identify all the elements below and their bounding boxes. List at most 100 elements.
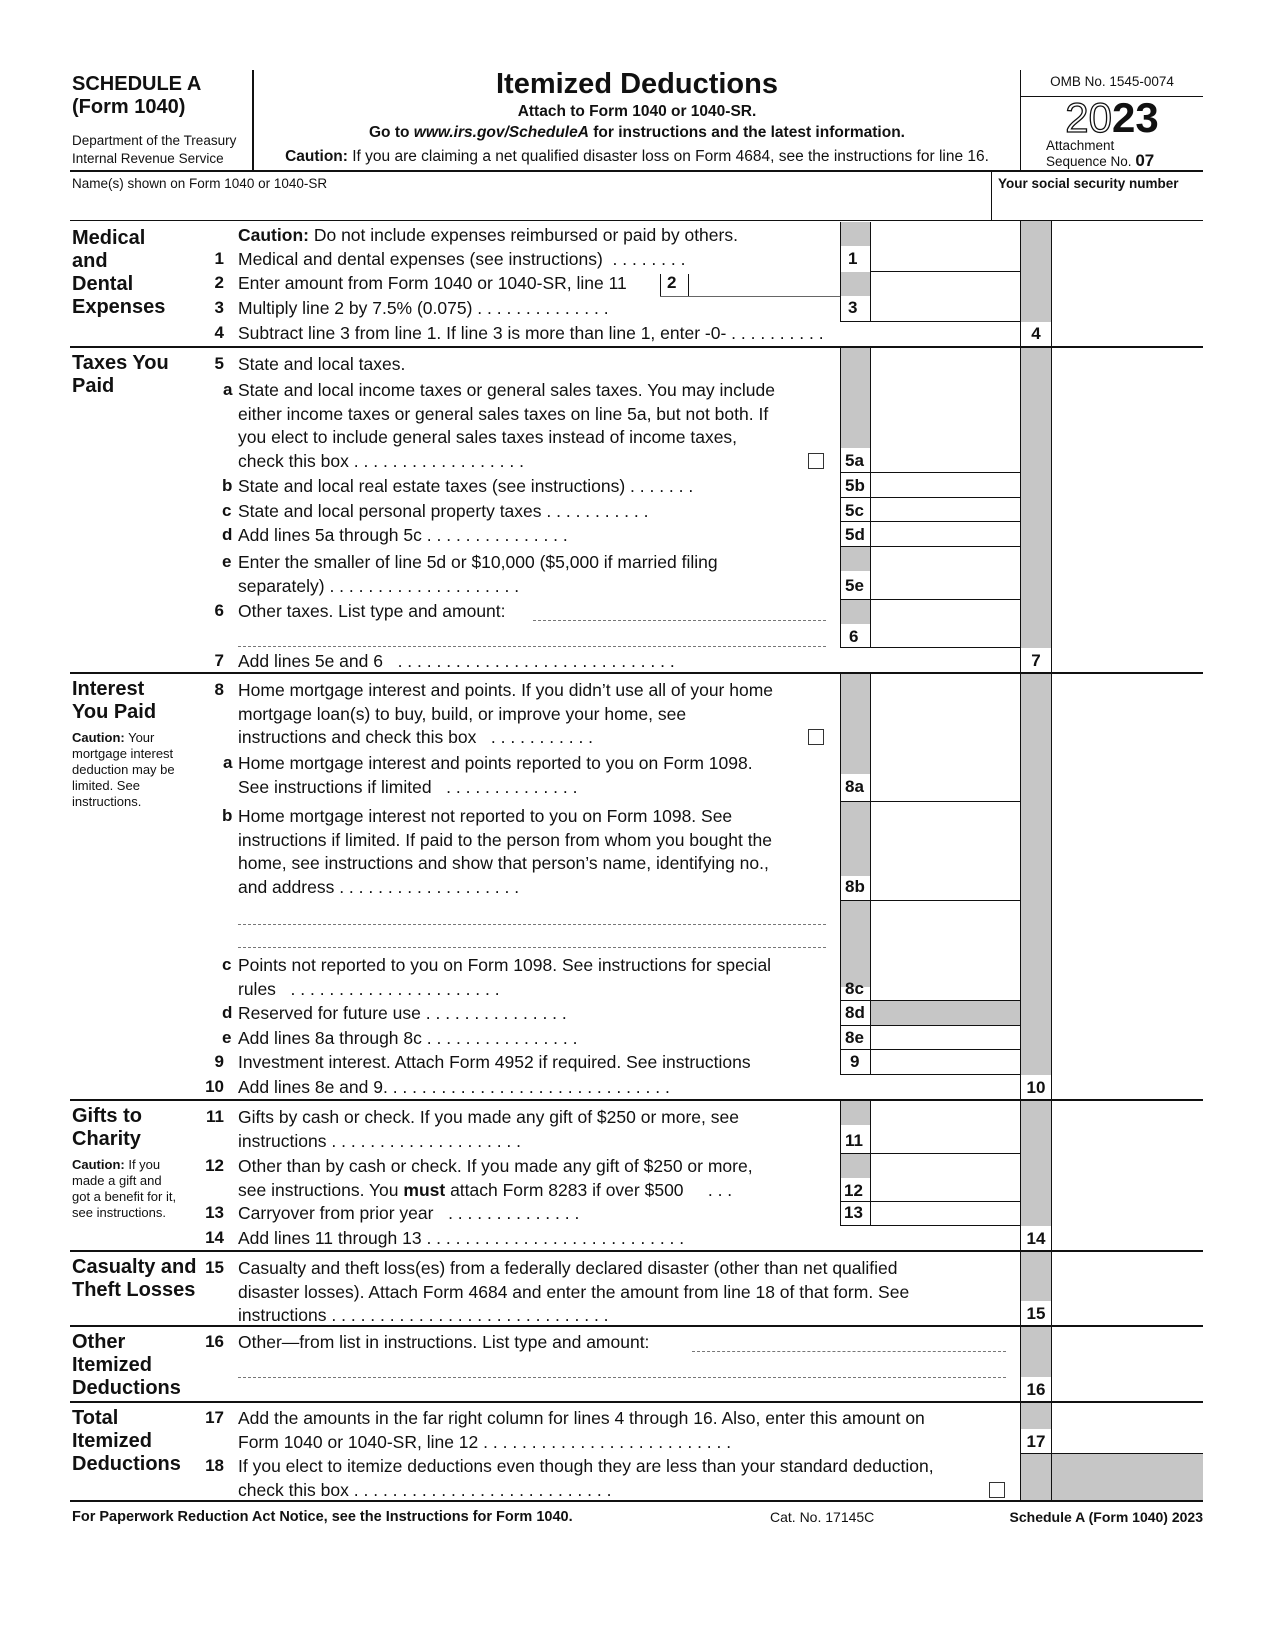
line-6-entry-line[interactable]: [533, 620, 826, 621]
dot-leader: . . . . . . .: [630, 476, 694, 496]
dot-leader: . . . . . . . . . . . . . . . . . . . . …: [397, 651, 675, 671]
dot-leader: . . . . . . . . . . . . . . . . . . . . …: [353, 1480, 612, 1500]
text-line: Home mortgage interest not reported to y…: [238, 806, 733, 826]
form-label: (Form 1040): [72, 96, 186, 118]
section-rule: [70, 346, 1203, 348]
line-8e-amount[interactable]: [871, 1026, 1020, 1050]
line-8-limited-checkbox[interactable]: [808, 729, 824, 745]
line-12-number: 12: [205, 1156, 224, 1175]
line-7-box-label: 7: [1021, 648, 1051, 672]
dot-leader: . . . . . . . . . . . . . . . . . . . .: [329, 576, 520, 596]
line-17-amount[interactable]: [1052, 1429, 1203, 1453]
line-7-amount[interactable]: [1052, 648, 1203, 672]
line-5a-box-label: 5a: [845, 451, 864, 470]
line-8e-box-label: 8e: [845, 1028, 864, 1047]
name-field[interactable]: [72, 194, 982, 220]
title-line: Deductions: [72, 1377, 181, 1399]
line-2-box-label: 2: [667, 273, 677, 292]
line-5e-amount[interactable]: [871, 571, 1020, 599]
title-line: Gifts to: [72, 1105, 142, 1127]
line-8c-amount[interactable]: [871, 976, 1020, 1000]
title-line: You Paid: [72, 701, 157, 723]
line-14-number: 14: [205, 1228, 224, 1247]
line-10-amount[interactable]: [1052, 1075, 1203, 1099]
line-5b-text: State and local real estate taxes (see i…: [238, 475, 693, 499]
tax-year: 2023: [1021, 95, 1203, 140]
line-5a-amount[interactable]: [871, 448, 1020, 472]
form-identifier: Schedule A (Form 1040) 2023: [1009, 1509, 1203, 1525]
dot-leader: . . . . . . . . . .: [731, 323, 824, 343]
line-9-box-label: 9: [850, 1052, 860, 1071]
line-5c-letter: c: [222, 501, 232, 520]
caution-text: deduction may be: [72, 762, 175, 777]
line-8b-entry-line-2[interactable]: [238, 947, 826, 948]
line-5a-sales-tax-checkbox[interactable]: [808, 453, 824, 469]
line-13-amount[interactable]: [871, 1202, 1020, 1225]
line-text: See instructions if limited: [238, 777, 432, 797]
line-5a-text-last: check this box . . . . . . . . . . . . .…: [238, 450, 524, 474]
gifts-caution: Caution: If you made a gift and got a be…: [72, 1157, 176, 1221]
title-line: Charity: [72, 1128, 141, 1150]
title-line: and: [72, 250, 108, 272]
line-17-box-label: 17: [1021, 1429, 1051, 1453]
line-7-text: Add lines 5e and 6 . . . . . . . . . . .…: [238, 650, 675, 674]
section-rule: [70, 1099, 1203, 1101]
mid-shade: [841, 901, 870, 987]
attachment-label: Attachment: [1046, 138, 1115, 153]
line-11-amount[interactable]: [871, 1126, 1020, 1154]
line-8b-amount[interactable]: [871, 876, 1020, 900]
mid-shade: [841, 600, 870, 624]
line-15-amount[interactable]: [1052, 1301, 1203, 1325]
dot-leader: . . . . . . . . . . . . . .: [446, 777, 578, 797]
rule: [840, 647, 1020, 648]
line-16-entry-line-2[interactable]: [238, 1377, 1006, 1378]
line-16-entry-line[interactable]: [692, 1351, 1006, 1352]
line-2-amount[interactable]: [689, 272, 840, 296]
line-text: Multiply line 2 by 7.5% (0.075): [238, 298, 473, 318]
section-rule: [70, 672, 1203, 674]
line-5d-amount[interactable]: [871, 522, 1020, 546]
line-text: Subtract line 3 from line 1. If line 3 i…: [238, 323, 727, 343]
caution-text: limited. See: [72, 778, 140, 793]
line-10-text: Add lines 8e and 9. . . . . . . . . . . …: [238, 1076, 670, 1100]
schedule-label: SCHEDULE A: [72, 73, 202, 95]
irs-url-link[interactable]: www.irs.gov/ScheduleA: [414, 124, 589, 141]
line-8a-amount[interactable]: [871, 774, 1020, 802]
line-18-shading: [1052, 1454, 1203, 1501]
sequence: Sequence No. 07: [1046, 152, 1154, 171]
line-1-number: 1: [214, 249, 224, 268]
line-1-amount[interactable]: [871, 247, 1020, 272]
line-text: see instructions. You: [238, 1180, 404, 1200]
line-16-number: 16: [205, 1332, 224, 1351]
line-3-amount[interactable]: [871, 296, 1020, 321]
dot-leader: . . . . . . . . . . . . . . . . . .: [353, 451, 524, 471]
line-14-amount[interactable]: [1052, 1226, 1203, 1250]
line-8b-entry-line[interactable]: [238, 924, 826, 925]
dot-leader: . . . . . . . . . . . . . . .: [426, 525, 568, 545]
line-2-number: 2: [214, 273, 224, 292]
header-bottom-rule: [70, 170, 1203, 172]
line-12-amount[interactable]: [871, 1178, 1020, 1202]
ssn-field[interactable]: [998, 194, 1198, 220]
line-16-box-label: 16: [1021, 1377, 1051, 1401]
line-5b-amount[interactable]: [871, 473, 1020, 497]
line-5c-amount[interactable]: [871, 498, 1020, 522]
line-15-text: Casualty and theft loss(es) from a feder…: [238, 1257, 1008, 1304]
section-rule: [70, 1401, 1203, 1403]
line-7-number: 7: [214, 651, 224, 670]
line-16-amount[interactable]: [1052, 1377, 1203, 1401]
line-9-amount[interactable]: [871, 1050, 1020, 1074]
line-8c-letter: c: [222, 955, 232, 974]
line-18-itemize-checkbox[interactable]: [989, 1482, 1005, 1498]
catalog-number: Cat. No. 17145C: [770, 1509, 875, 1525]
line-6-entry-line-2[interactable]: [238, 646, 826, 647]
line-5d-box-label: 5d: [845, 525, 865, 544]
line-4-amount[interactable]: [1052, 322, 1203, 346]
sequence-number: 07: [1135, 151, 1155, 170]
ssn-divider: [991, 171, 992, 221]
caution-text: If you: [124, 1157, 161, 1172]
line-4-text: Subtract line 3 from line 1. If line 3 i…: [238, 322, 824, 346]
line-6-amount[interactable]: [871, 624, 1020, 648]
title-line: Medical: [72, 227, 146, 249]
dot-leader: . . . . . . . . . . . . . . . . . . . . …: [382, 1077, 670, 1097]
